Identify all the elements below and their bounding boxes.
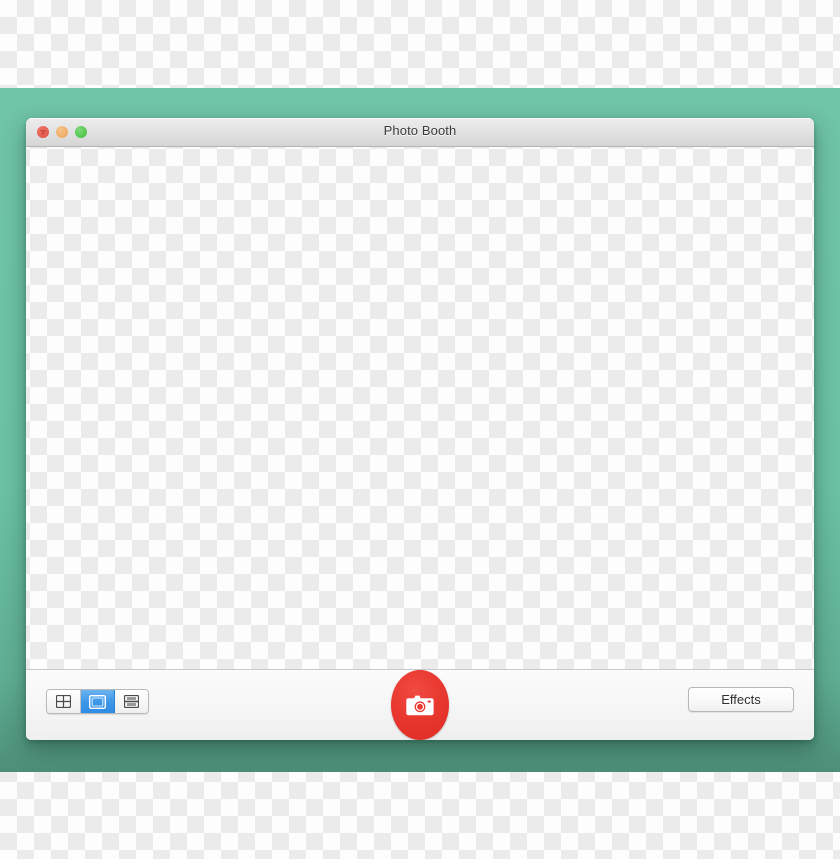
- camera-shutter-button[interactable]: [391, 670, 449, 740]
- window-title: Photo Booth: [383, 123, 457, 138]
- view-mode-four-up-button[interactable]: [47, 690, 81, 713]
- bottom-toolbar: Effects: [26, 670, 814, 740]
- view-mode-segmented-control: [46, 689, 149, 714]
- photo-booth-window: Photo Booth Effects: [26, 118, 814, 740]
- effects-button[interactable]: Effects: [688, 687, 794, 712]
- single-photo-icon: [89, 694, 106, 709]
- camera-preview-area: [26, 147, 814, 670]
- four-up-grid-icon: [56, 695, 71, 708]
- view-mode-movie-clip-button[interactable]: [115, 690, 148, 713]
- camera-icon: [405, 694, 435, 717]
- window-titlebar[interactable]: Photo Booth: [26, 118, 814, 147]
- view-mode-single-photo-button[interactable]: [81, 690, 115, 713]
- screen-canvas: Photo Booth Effects: [0, 0, 840, 859]
- movie-clip-icon: [124, 695, 139, 708]
